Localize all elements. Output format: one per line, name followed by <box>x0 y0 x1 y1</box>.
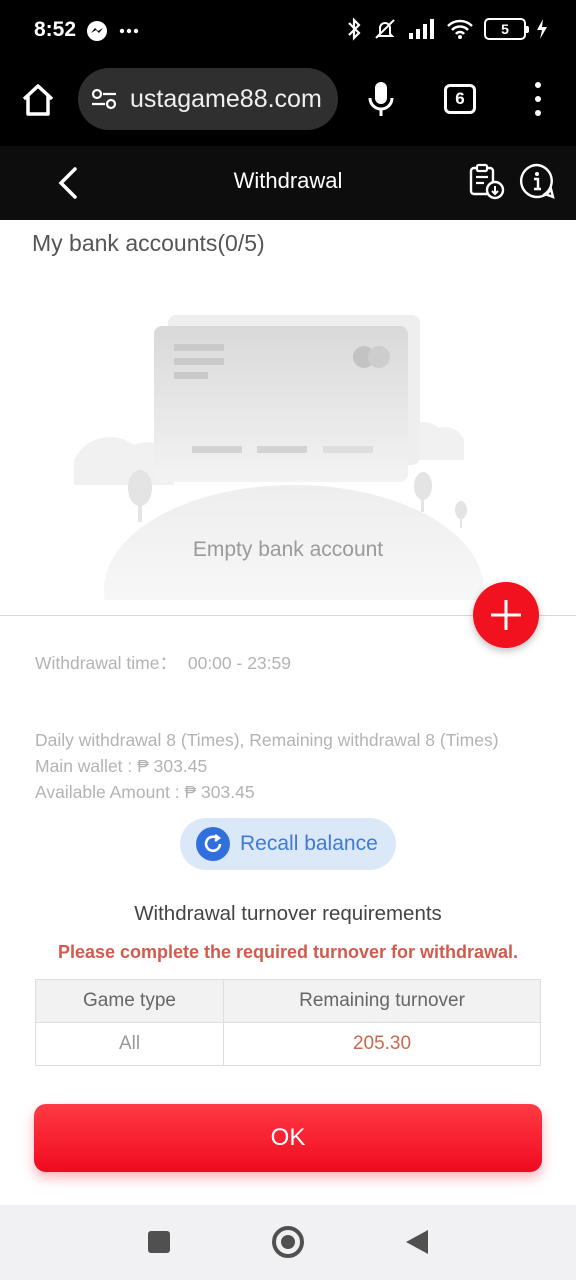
wifi-icon <box>447 19 473 39</box>
site-settings-button[interactable] <box>88 83 120 115</box>
table-row: All 205.30 <box>35 1022 541 1066</box>
home-icon <box>22 84 54 116</box>
help-button[interactable] <box>518 162 556 202</box>
system-nav-bar <box>0 1205 576 1280</box>
table-header-row: Game type Remaining turnover <box>35 979 541 1023</box>
plus-icon <box>491 600 521 630</box>
refresh-icon <box>196 827 230 861</box>
tab-count: 6 <box>455 89 465 108</box>
ok-button[interactable]: OK <box>34 1104 542 1172</box>
signal-icon <box>409 19 434 39</box>
column-header-remaining: Remaining turnover <box>223 979 541 1023</box>
help-icon <box>519 163 555 199</box>
bluetooth-icon <box>348 17 361 41</box>
page-header: Withdrawal <box>0 146 576 220</box>
withdrawal-time-value: 00:00 - 23:59 <box>187 653 291 673</box>
withdrawal-time: Withdrawal time： 00:00 - 23:59 <box>35 650 291 675</box>
withdraw-record-icon <box>469 163 505 200</box>
mute-icon <box>375 19 395 39</box>
site-settings-icon <box>91 88 117 110</box>
address-bar[interactable]: ustagame88.com <box>78 68 338 130</box>
column-header-game-type: Game type <box>35 979 224 1023</box>
cell-game-type: All <box>35 1022 224 1066</box>
cell-remaining-turnover: 205.30 <box>223 1022 541 1066</box>
withdrawal-time-label: Withdrawal time： <box>35 653 177 673</box>
voice-search-button[interactable] <box>364 78 398 120</box>
browser-toolbar: ustagame88.com 6 <box>0 64 576 146</box>
mic-icon <box>368 82 394 116</box>
recall-balance-button[interactable]: Recall balance <box>180 818 396 870</box>
more-dots-icon <box>119 28 139 34</box>
withdrawal-content: My bank accounts(0/5) Empty bank account… <box>0 220 576 1205</box>
available-amount: Available Amount : ₱ 303.45 <box>35 782 255 802</box>
tabs-button[interactable]: 6 <box>444 84 476 114</box>
browser-menu-button[interactable] <box>528 78 548 120</box>
messenger-icon <box>87 21 107 41</box>
recall-balance-label: Recall balance <box>240 832 378 855</box>
status-time: 8:52 <box>34 18 77 41</box>
home-button[interactable] <box>18 80 58 120</box>
battery-icon: 5 <box>484 18 529 40</box>
back-nav-button[interactable] <box>406 1230 428 1254</box>
url-text: ustagame88.com <box>130 84 322 113</box>
daily-withdrawal-limit: Daily withdrawal 8 (Times), Remaining wi… <box>35 730 499 750</box>
withdraw-record-button[interactable] <box>468 162 506 202</box>
charging-icon <box>537 19 547 39</box>
main-wallet: Main wallet : ₱ 303.45 <box>35 756 208 776</box>
status-bar: 8:52 5 <box>0 0 576 64</box>
recents-button[interactable] <box>148 1231 170 1253</box>
empty-bank-text: Empty bank account <box>192 538 384 561</box>
add-bank-account-button[interactable] <box>473 582 539 648</box>
turnover-table: Game type Remaining turnover All 205.30 <box>35 979 541 1066</box>
turnover-title: Withdrawal turnover requirements <box>134 902 442 925</box>
home-nav-button[interactable] <box>272 1226 304 1258</box>
bank-accounts-title: My bank accounts(0/5) <box>32 230 265 256</box>
turnover-warning: Please complete the required turnover fo… <box>57 942 519 962</box>
